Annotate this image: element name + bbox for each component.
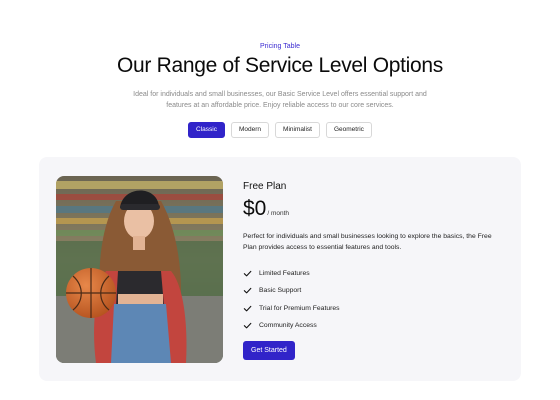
feature-label: Trial for Premium Features bbox=[259, 304, 340, 312]
feature-item: Limited Features bbox=[243, 265, 340, 282]
price-row: $0 / month bbox=[243, 197, 289, 221]
tab-minimalist[interactable]: Minimalist bbox=[275, 122, 320, 138]
feature-item: Trial for Premium Features bbox=[243, 300, 340, 317]
page-title: Our Range of Service Level Options bbox=[117, 54, 443, 77]
tab-modern[interactable]: Modern bbox=[231, 122, 270, 138]
pricing-card: Free Plan $0 / month Perfect for individ… bbox=[39, 157, 521, 381]
check-icon bbox=[243, 322, 252, 329]
tab-geometric[interactable]: Geometric bbox=[325, 122, 372, 138]
check-icon bbox=[243, 288, 252, 294]
feature-list: Limited Features Basic Support Trial for… bbox=[243, 265, 340, 334]
page-description: Ideal for individuals and small business… bbox=[133, 91, 427, 109]
plan-photo bbox=[56, 176, 223, 363]
check-icon bbox=[243, 270, 252, 277]
feature-label: Community Access bbox=[259, 322, 317, 330]
eyebrow-label: Pricing Table bbox=[260, 43, 300, 50]
feature-item: Basic Support bbox=[243, 282, 340, 299]
tab-classic[interactable]: Classic bbox=[188, 122, 225, 138]
get-started-button[interactable]: Get Started bbox=[243, 341, 295, 360]
plan-price: $0 bbox=[243, 197, 267, 220]
plan-name: Free Plan bbox=[243, 181, 287, 192]
plan-period: / month bbox=[267, 210, 290, 217]
feature-label: Limited Features bbox=[259, 270, 310, 278]
check-icon bbox=[243, 305, 252, 312]
plan-description: Perfect for individuals and small busine… bbox=[243, 233, 492, 251]
feature-label: Basic Support bbox=[259, 287, 302, 295]
feature-item: Community Access bbox=[243, 317, 340, 334]
style-tabs: Classic Modern Minimalist Geometric bbox=[0, 122, 560, 138]
